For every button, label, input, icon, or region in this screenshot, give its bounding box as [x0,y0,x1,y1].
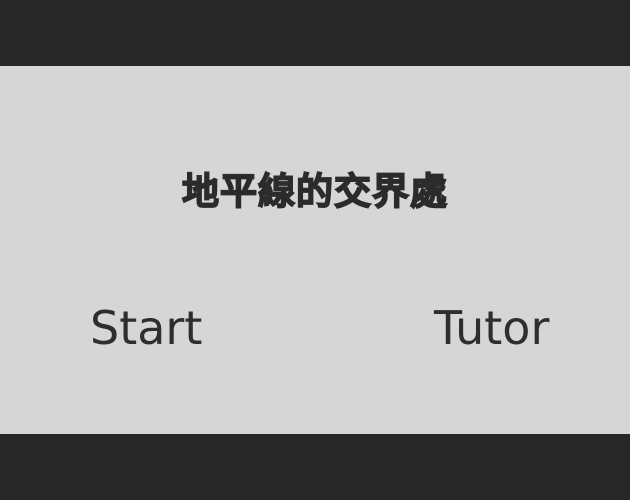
game-window: 地平線的交界處 Start Tutor [0,0,630,500]
bottom-letterbox-bar [0,434,630,500]
title-screen: 地平線的交界處 Start Tutor [0,66,630,434]
top-letterbox-bar [0,0,630,66]
game-title: 地平線的交界處 [181,169,448,214]
tutor-button[interactable]: Tutor [434,298,549,358]
start-button[interactable]: Start [90,298,202,358]
